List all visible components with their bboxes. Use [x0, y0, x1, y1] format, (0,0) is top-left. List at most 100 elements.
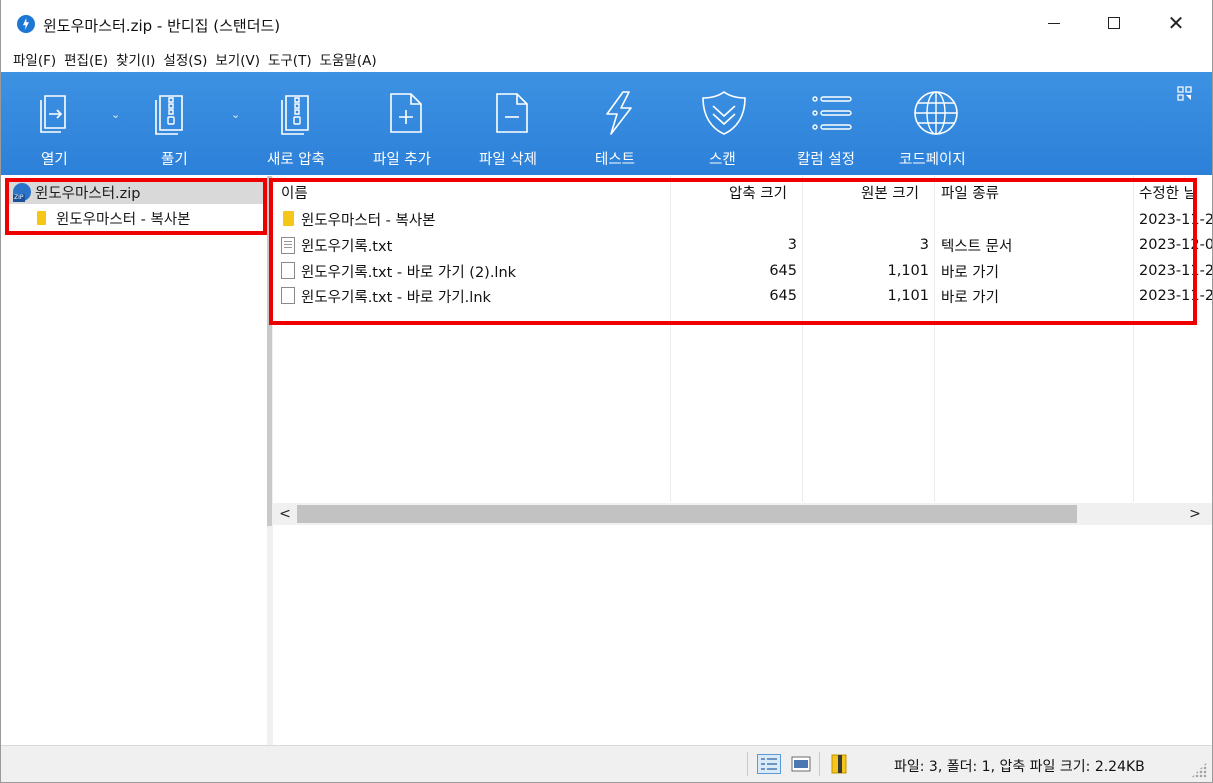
scrollbar-thumb[interactable] — [297, 505, 1077, 523]
status-bar: 파일: 3, 폴더: 1, 압축 파일 크기: 2.24KB — [1, 745, 1212, 782]
add-file-icon — [390, 93, 422, 133]
close-icon: ✕ — [1167, 11, 1185, 35]
file-icon — [281, 287, 295, 304]
column-header-original-size[interactable]: 원본 크기 — [861, 182, 919, 203]
tree-item-copy-folder[interactable]: 윈도우마스터 - 복사본 — [37, 206, 191, 230]
test-label: 테스트 — [595, 152, 636, 168]
column-settings-label: 칼럼 설정 — [797, 152, 855, 168]
codepage-globe-icon — [914, 91, 958, 135]
column-settings-button[interactable]: 칼럼 설정 — [795, 72, 871, 175]
minimize-button[interactable] — [1024, 0, 1084, 46]
menu-view[interactable]: 보기(V) — [215, 49, 260, 69]
column-header-file-type[interactable]: 파일 종류 — [941, 182, 999, 203]
horizontal-scrollbar[interactable]: < > — [273, 503, 1212, 525]
layout-grid-icon[interactable] — [1177, 86, 1193, 102]
test-button[interactable]: 테스트 — [589, 72, 649, 175]
maximize-icon — [1108, 17, 1120, 29]
extract-label: 풀기 — [161, 152, 188, 168]
text-file-icon — [281, 237, 295, 254]
scroll-right-icon[interactable]: > — [1185, 504, 1205, 524]
menu-tools[interactable]: 도구(T) — [268, 49, 312, 69]
preview-view-icon[interactable] — [789, 754, 813, 774]
close-button[interactable]: ✕ — [1146, 0, 1206, 46]
add-file-button[interactable]: 파일 추가 — [369, 72, 449, 175]
resize-grip-icon[interactable] — [1191, 762, 1207, 778]
file-modified: 2023-11-2 — [1139, 263, 1212, 279]
scan-label: 스캔 — [709, 152, 736, 168]
status-divider — [819, 752, 820, 776]
scan-button[interactable]: 스캔 — [695, 72, 755, 175]
zip-archive-icon — [13, 183, 31, 202]
maximize-button[interactable] — [1084, 0, 1144, 46]
scroll-left-icon[interactable]: < — [275, 504, 295, 524]
column-divider — [802, 176, 803, 502]
extract-icon — [155, 95, 183, 135]
delete-file-icon — [496, 93, 528, 133]
new-archive-label: 새로 압축 — [267, 152, 325, 168]
file-name: 윈도우기록.txt - 바로 가기.lnk — [301, 290, 491, 306]
menu-bar: 파일(F) 편집(E) 찾기(I) 설정(S) 보기(V) 도구(T) 도움말(… — [1, 46, 1212, 72]
column-settings-icon — [812, 96, 852, 130]
tree-root-label: 윈도우마스터.zip — [35, 185, 141, 202]
codepage-button[interactable]: 코드페이지 — [897, 72, 981, 175]
file-modified: 2023-11-2 — [1139, 212, 1212, 228]
codepage-label: 코드페이지 — [899, 152, 966, 168]
file-icon — [281, 262, 295, 279]
file-list: 이름 압축 크기 원본 크기 파일 종류 수정한 날 윈도우마스터 - 복사본 … — [273, 176, 1212, 526]
column-divider — [670, 176, 671, 502]
menu-settings[interactable]: 설정(S) — [163, 49, 207, 69]
file-name: 윈도우마스터 - 복사본 — [301, 213, 436, 229]
file-type: 바로 가기 — [941, 265, 999, 281]
delete-file-label: 파일 삭제 — [479, 152, 537, 168]
new-archive-button[interactable]: 새로 압축 — [263, 72, 343, 175]
open-label: 열기 — [41, 152, 68, 168]
status-divider — [747, 752, 748, 776]
add-file-label: 파일 추가 — [373, 152, 431, 168]
tree-item-archive-root[interactable]: 윈도우마스터.zip — [7, 180, 267, 204]
archive-book-icon[interactable] — [827, 754, 851, 774]
minimize-icon — [1048, 22, 1060, 24]
scan-shield-icon — [702, 91, 746, 135]
column-header-modified-date[interactable]: 수정한 날 — [1139, 182, 1197, 203]
file-type: 텍스트 문서 — [941, 239, 1013, 255]
test-icon — [606, 91, 632, 135]
column-divider — [1133, 176, 1134, 502]
file-compressed-size: 3 — [787, 237, 797, 253]
folder-icon — [37, 211, 46, 225]
file-original-size: 3 — [919, 237, 929, 253]
toolbar: 열기 ⌄ 풀기 ⌄ 새로 압축 파일 추가 파일 삭제 테스트 스캔 칼럼 설정… — [1, 72, 1212, 175]
app-window: 윈도우마스터.zip - 반디집 (스탠더드) ✕ 파일(F) 편집(E) 찾기… — [0, 0, 1213, 783]
open-icon — [40, 95, 66, 133]
open-button[interactable]: 열기 — [29, 72, 89, 175]
file-name: 윈도우기록.txt - 바로 가기 (2).lnk — [301, 265, 517, 281]
folder-tree: 윈도우마스터.zip 윈도우마스터 - 복사본 — [1, 176, 267, 746]
column-divider — [934, 176, 935, 502]
file-original-size: 1,101 — [887, 288, 929, 304]
column-header-name[interactable]: 이름 — [281, 182, 308, 203]
bandizip-app-icon — [17, 15, 35, 33]
splitter-handle[interactable] — [267, 176, 272, 526]
column-header-compressed-size[interactable]: 압축 크기 — [729, 182, 787, 203]
file-compressed-size: 645 — [769, 263, 797, 279]
file-compressed-size: 645 — [769, 288, 797, 304]
tree-child-label: 윈도우마스터 - 복사본 — [56, 211, 191, 228]
window-title: 윈도우마스터.zip - 반디집 (스탠더드) — [43, 17, 281, 35]
menu-edit[interactable]: 편집(E) — [64, 49, 108, 69]
file-modified: 2023-11-2 — [1139, 288, 1212, 304]
open-dropdown-icon[interactable]: ⌄ — [111, 108, 120, 121]
file-name: 윈도우기록.txt — [301, 239, 393, 255]
folder-icon — [283, 211, 294, 226]
menu-find[interactable]: 찾기(I) — [116, 49, 155, 69]
file-modified: 2023-12-0 — [1139, 237, 1212, 253]
status-summary: 파일: 3, 폴더: 1, 압축 파일 크기: 2.24KB — [894, 759, 1145, 775]
extract-button[interactable]: 풀기 — [147, 72, 207, 175]
title-bar: 윈도우마스터.zip - 반디집 (스탠더드) ✕ — [1, 0, 1212, 46]
file-type: 바로 가기 — [941, 290, 999, 306]
new-archive-icon — [281, 95, 309, 135]
menu-help[interactable]: 도움말(A) — [320, 49, 377, 69]
file-original-size: 1,101 — [887, 263, 929, 279]
details-view-icon[interactable] — [757, 754, 781, 774]
menu-file[interactable]: 파일(F) — [13, 49, 56, 69]
delete-file-button[interactable]: 파일 삭제 — [475, 72, 555, 175]
extract-dropdown-icon[interactable]: ⌄ — [231, 108, 240, 121]
